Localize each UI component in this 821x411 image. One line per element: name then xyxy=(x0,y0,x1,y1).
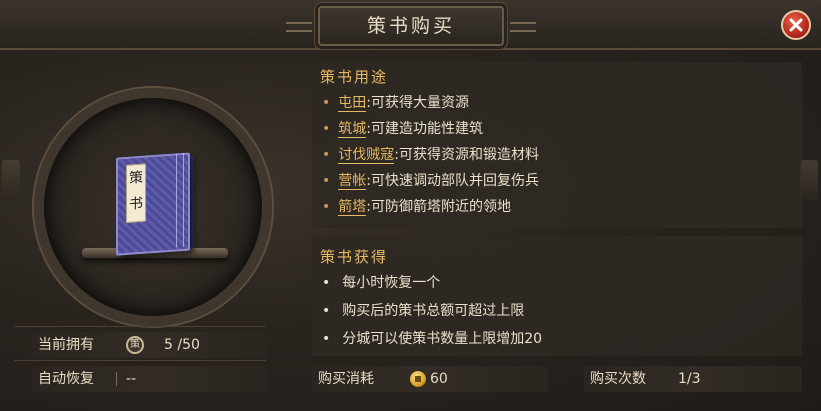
purchase-times-label: 购买次数 xyxy=(590,371,646,387)
obtain-item: • 购买后的策书总额可超过上限 xyxy=(322,303,525,319)
usage-item: • 箭塔:可防御箭塔附近的领地 xyxy=(322,199,511,216)
usage-keyword[interactable]: 讨伐贼寇 xyxy=(338,147,395,164)
auto-recover-row: 自动恢复 -- xyxy=(32,366,268,392)
close-button[interactable] xyxy=(781,10,811,40)
book-title-label: 策书 xyxy=(126,163,146,223)
divider xyxy=(14,360,266,361)
purchase-times-row: 购买次数 1/3 xyxy=(584,366,802,392)
purchase-times-value: 1/3 xyxy=(678,371,701,387)
usage-keyword[interactable]: 屯田 xyxy=(338,95,367,112)
strategy-book-icon: 策 xyxy=(126,336,144,354)
owned-value: 5 /50 xyxy=(164,337,200,353)
obtain-item: • 每小时恢复一个 xyxy=(322,275,441,291)
obtain-item: • 分城可以使策书数量上限增加20 xyxy=(322,331,543,347)
auto-recover-label: 自动恢复 xyxy=(38,371,94,387)
purchase-cost-label: 购买消耗 xyxy=(318,371,374,387)
usage-title: 策书用途 xyxy=(320,68,389,86)
gold-coin-icon xyxy=(410,371,426,387)
divider xyxy=(14,326,266,327)
wall-lamp-left xyxy=(2,160,20,200)
purchase-cost-row: 购买消耗 60 xyxy=(312,366,548,392)
owned-row: 当前拥有 策 5 /50 xyxy=(32,332,268,358)
usage-keyword[interactable]: 营帐 xyxy=(338,173,367,190)
obtain-title: 策书获得 xyxy=(320,248,389,266)
book-icon: 策书 xyxy=(116,152,194,256)
usage-item: • 讨伐贼寇:可获得资源和锻造材料 xyxy=(322,147,539,164)
auto-recover-value: -- xyxy=(126,371,137,387)
dialog-title: 策书购买 xyxy=(286,6,536,46)
owned-label: 当前拥有 xyxy=(38,337,94,353)
purchase-dialog: 策书购买 策书 当前拥有 策 5 /50 自动恢复 -- 策书用途 • 屯田:可获… xyxy=(0,0,821,411)
usage-item: • 营帐:可快速调动部队并回复伤兵 xyxy=(322,173,539,190)
usage-item: • 屯田:可获得大量资源 xyxy=(322,95,469,112)
usage-item: • 筑城:可建造功能性建筑 xyxy=(322,121,483,138)
purchase-cost-value: 60 xyxy=(430,371,448,387)
close-icon xyxy=(789,18,803,32)
usage-keyword[interactable]: 筑城 xyxy=(338,121,367,138)
wall-lamp-right xyxy=(800,160,818,200)
usage-keyword[interactable]: 箭塔 xyxy=(338,199,367,216)
